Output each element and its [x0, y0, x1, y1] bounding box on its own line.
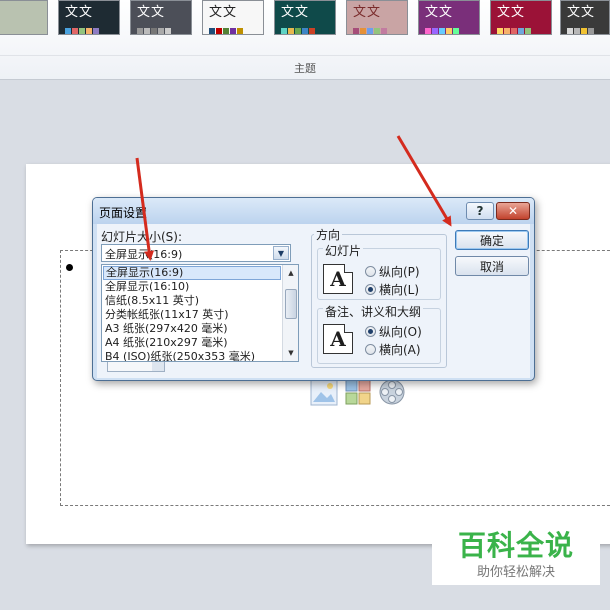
size-option-a3[interactable]: A3 纸张(297x420 毫米)	[103, 322, 281, 336]
theme-thumb-6[interactable]: 文文	[418, 0, 480, 35]
size-option-widescreen-16-9[interactable]: 全屏显示(16:9)	[103, 266, 281, 280]
slides-portrait-label: 纵向(P)	[379, 264, 420, 279]
ribbon-group-label: 主题	[294, 62, 316, 75]
insert-media-icon[interactable]	[378, 378, 406, 406]
notes-group-title: 备注、讲义和大纲	[323, 303, 424, 320]
bullet-point	[66, 264, 73, 271]
page-setup-dialog: 页面设置 ? ✕ 幻灯片大小(S): 全屏显示(16:9) ▼ 全屏显示(16:…	[92, 197, 535, 381]
theme-gallery: 文文 文文 文文 文文 文文 文文 文文 文文	[0, 0, 610, 36]
ribbon: 文文 文文 文文 文文 文文 文文 文文 文文 主题	[0, 0, 610, 80]
radio-indicator[interactable]	[365, 343, 376, 355]
notes-portrait-radio[interactable]: 纵向(O)	[365, 324, 422, 339]
theme-thumb-1[interactable]: 文文	[58, 0, 120, 35]
slide-size-label: 幻灯片大小(S):	[101, 230, 183, 244]
size-option-a4[interactable]: A4 纸张(210x297 毫米)	[103, 336, 281, 350]
radio-indicator[interactable]	[365, 283, 376, 295]
slide-orientation-icon: A	[323, 264, 353, 294]
slides-landscape-label: 横向(L)	[379, 282, 420, 297]
ok-button[interactable]: 确定	[455, 230, 529, 250]
theme-thumb-8[interactable]: 文文	[560, 0, 610, 35]
watermark-title: 百科全说	[457, 529, 574, 562]
spinner-arrow-icon	[152, 362, 164, 371]
insert-clipart-icon[interactable]	[344, 378, 372, 406]
theme-swatches	[425, 23, 460, 34]
theme-thumb-text: 文文	[567, 5, 596, 20]
scroll-up-icon[interactable]: ▲	[284, 266, 298, 280]
dialog-title: 页面设置	[99, 206, 148, 220]
slide-size-selected-value: 全屏显示(16:9)	[105, 248, 183, 261]
cancel-button[interactable]: 取消	[455, 256, 529, 276]
obscured-spinner	[107, 362, 165, 372]
theme-thumb-5[interactable]: 文文	[346, 0, 408, 35]
size-option-letter[interactable]: 信纸(8.5x11 英寸)	[103, 294, 281, 308]
theme-thumb-text: 文文	[209, 5, 238, 20]
notes-landscape-radio[interactable]: 横向(A)	[365, 342, 421, 357]
theme-thumb-text: 文文	[353, 5, 382, 20]
theme-thumb-text: 文文	[65, 5, 94, 20]
slide-size-dropdown[interactable]: 全屏显示(16:9) ▼	[101, 244, 291, 262]
radio-indicator[interactable]	[365, 325, 376, 337]
slides-group-title: 幻灯片	[323, 242, 364, 259]
radio-indicator[interactable]	[365, 265, 376, 277]
ribbon-separator	[0, 55, 610, 56]
theme-thumb-3[interactable]: 文文	[202, 0, 264, 35]
site-watermark: 百科全说 助你轻松解决	[432, 519, 600, 585]
theme-thumb-text: 文文	[137, 5, 166, 20]
help-button[interactable]: ?	[466, 202, 494, 220]
size-option-widescreen-16-10[interactable]: 全屏显示(16:10)	[103, 280, 281, 294]
theme-thumb-2[interactable]: 文文	[130, 0, 192, 35]
theme-swatches	[137, 23, 172, 34]
theme-swatches	[567, 23, 595, 34]
theme-thumb-text: 文文	[497, 5, 526, 20]
dropdown-arrow-icon[interactable]: ▼	[273, 246, 289, 260]
theme-swatches	[209, 23, 244, 34]
slides-portrait-radio[interactable]: 纵向(P)	[365, 264, 420, 279]
theme-swatches	[281, 23, 316, 34]
options-scrollbar[interactable]: ▲ ▼	[282, 265, 298, 361]
dialog-titlebar[interactable]: 页面设置 ? ✕	[93, 198, 534, 224]
theme-thumb-7[interactable]: 文文	[490, 0, 552, 35]
slides-landscape-radio[interactable]: 横向(L)	[365, 282, 420, 297]
slide-size-options-list[interactable]: 全屏显示(16:9) 全屏显示(16:10) 信纸(8.5x11 英寸) 分类帐…	[101, 264, 299, 362]
theme-swatches	[65, 23, 100, 34]
theme-swatches	[497, 23, 532, 34]
scroll-thumb[interactable]	[285, 289, 297, 319]
theme-thumb-0[interactable]	[0, 0, 48, 35]
theme-thumb-text: 文文	[281, 5, 310, 20]
notes-landscape-label: 横向(A)	[379, 342, 421, 357]
insert-picture-icon[interactable]	[310, 378, 338, 406]
scroll-down-icon[interactable]: ▼	[284, 346, 298, 360]
notes-orientation-icon: A	[323, 324, 353, 354]
notes-portrait-label: 纵向(O)	[379, 324, 422, 339]
watermark-subtitle: 助你轻松解决	[476, 565, 555, 580]
theme-thumb-4[interactable]: 文文	[274, 0, 336, 35]
size-option-ledger[interactable]: 分类帐纸张(11x17 英寸)	[103, 308, 281, 322]
orientation-label: 方向	[314, 226, 343, 243]
close-button[interactable]: ✕	[496, 202, 530, 220]
theme-thumb-text: 文文	[425, 5, 454, 20]
size-option-b4[interactable]: B4 (ISO)纸张(250x353 毫米)	[103, 350, 281, 361]
dialog-body: 幻灯片大小(S): 全屏显示(16:9) ▼ 全屏显示(16:9) 全屏显示(1…	[97, 224, 530, 378]
theme-swatches	[353, 23, 388, 34]
